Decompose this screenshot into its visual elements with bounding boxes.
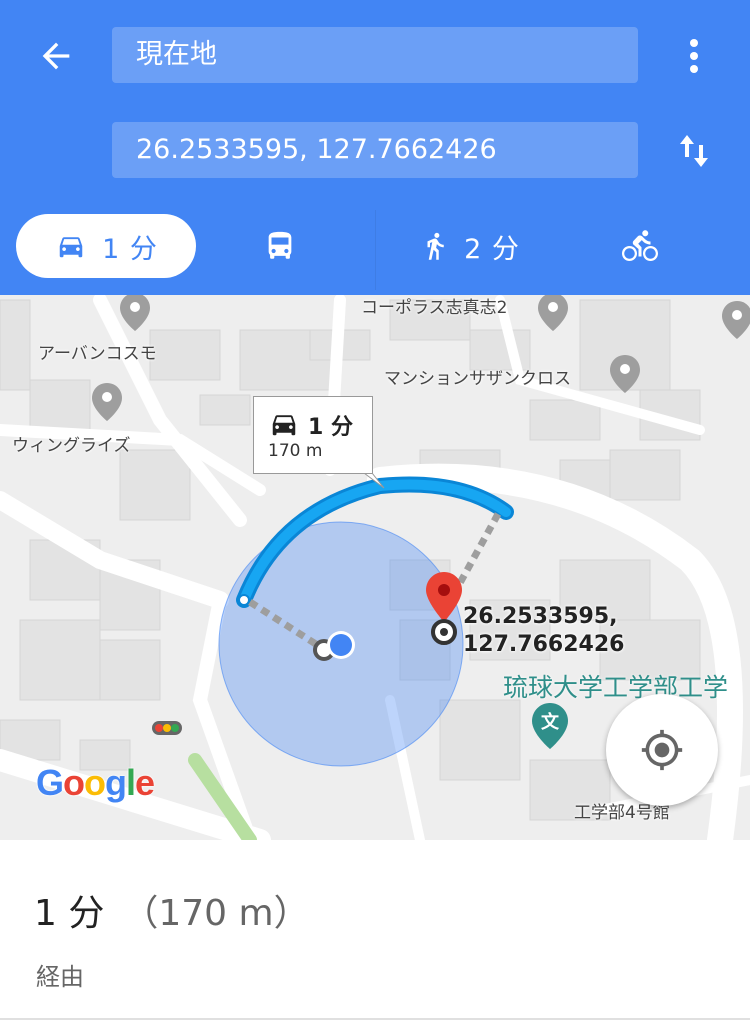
poi-pin-icon[interactable] (608, 353, 642, 395)
logo-letter: o (84, 762, 106, 803)
directions-header: 現在地 26.2533595, 127.7662426 1 分 2 分 (0, 0, 750, 295)
logo-letter: e (135, 762, 155, 803)
tab-transit[interactable] (205, 214, 355, 278)
more-options-button[interactable] (670, 30, 718, 82)
car-icon (59, 237, 83, 258)
map-view[interactable]: 文 コーポラス志真志2 アーバンコスモ マンションサザンクロス ウィングライズ … (0, 295, 750, 840)
google-logo: Google (36, 762, 155, 804)
logo-letter: o (63, 762, 85, 803)
travel-mode-tabs: 1 分 2 分 (0, 210, 750, 290)
route-callout[interactable]: 1 分 170 m (253, 396, 373, 474)
more-vert-icon (690, 39, 698, 73)
back-button[interactable] (30, 30, 82, 82)
poi-pin-icon[interactable] (118, 295, 152, 333)
university-pin-icon[interactable]: 文 (530, 701, 570, 751)
destination-lng: 127.7662426 (463, 632, 625, 657)
transit-icon (268, 231, 292, 259)
bicycle-icon (622, 230, 658, 261)
route-summary-sheet[interactable]: 1 分 （170 m） 経由 (0, 840, 750, 1021)
poi-label[interactable]: マンションサザンクロス (384, 364, 571, 389)
campus-label[interactable]: 琉球大学工学部工学 (503, 668, 728, 704)
poi-pin-icon[interactable] (90, 381, 124, 423)
swap-button[interactable] (668, 125, 720, 177)
destination-lat: 26.2533595, (463, 604, 618, 629)
tab-drive[interactable]: 1 分 (16, 214, 196, 278)
tab-walk-label: 2 分 (464, 233, 520, 265)
poi-label[interactable]: アーバンコスモ (38, 339, 157, 364)
poi-label[interactable]: ウィングライズ (12, 431, 131, 456)
summary-via: 経由 (36, 963, 84, 991)
origin-field[interactable]: 現在地 (112, 27, 638, 83)
poi-label[interactable]: コーポラス志真志2 (361, 295, 507, 318)
tab-bicycle[interactable] (580, 214, 700, 278)
tab-walk[interactable]: 2 分 (400, 214, 540, 278)
my-location-icon (641, 729, 683, 771)
logo-letter: G (36, 762, 64, 803)
route-summary: 1 分 （170 m） (34, 884, 310, 936)
callout-distance: 170 m (268, 441, 323, 461)
logo-letter: l (126, 762, 136, 803)
poi-pin-icon[interactable] (720, 299, 750, 341)
car-icon (272, 415, 296, 436)
summary-duration: 1 分 (34, 893, 105, 934)
callout-duration: 1 分 (308, 415, 353, 440)
summary-distance: （170 m） (122, 893, 310, 934)
destination-label[interactable]: 26.2533595, 127.7662426 (463, 603, 624, 659)
tab-drive-label: 1 分 (102, 233, 158, 265)
poi-pin-icon[interactable] (536, 295, 570, 333)
mode-divider (375, 210, 376, 290)
swap-vert-icon (680, 135, 708, 167)
arrow-back-icon (42, 42, 70, 70)
my-location-button[interactable] (606, 694, 718, 806)
walk-icon (427, 232, 444, 260)
campus-icon-glyph: 文 (541, 711, 560, 733)
destination-field[interactable]: 26.2533595, 127.7662426 (112, 122, 638, 178)
sheet-divider (0, 1018, 750, 1020)
logo-letter: g (105, 762, 127, 803)
